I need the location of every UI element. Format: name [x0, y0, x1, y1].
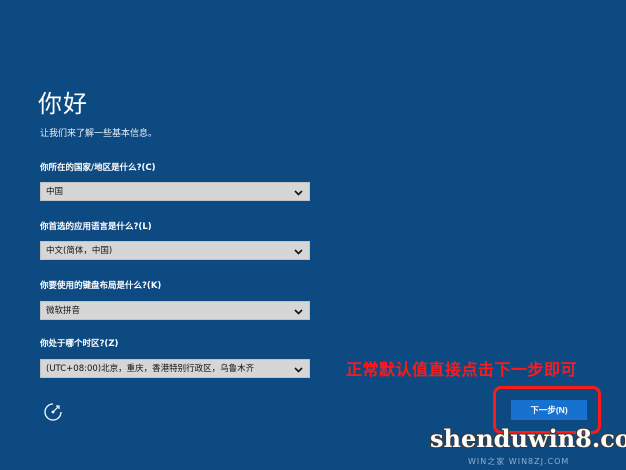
keyboard-select[interactable]: 微软拼音	[40, 301, 310, 320]
chevron-down-icon	[294, 242, 303, 261]
country-select-value: 中国	[46, 187, 64, 197]
annotation-text: 正常默认值直接点击下一步即可	[346, 360, 578, 379]
next-button[interactable]: 下一步(N)	[511, 400, 587, 420]
language-select-value: 中文(简体，中国)	[46, 246, 113, 256]
keyboard-select-value: 微软拼音	[46, 306, 81, 316]
timezone-select[interactable]: (UTC+08:00)北京，重庆，香港特别行政区，乌鲁木齐	[40, 359, 310, 378]
timezone-label: 你处于哪个时区?(Z)	[40, 339, 119, 349]
chevron-down-icon	[294, 360, 303, 379]
watermark-subtext: WIN之家 WIN8ZJ.COM	[468, 457, 570, 466]
language-select[interactable]: 中文(简体，中国)	[40, 241, 310, 260]
page-subtitle: 让我们来了解一些基本信息。	[40, 129, 158, 139]
chevron-down-icon	[294, 302, 303, 321]
chevron-down-icon	[294, 183, 303, 202]
watermark-logo: shenduwin8.com	[430, 424, 626, 453]
country-select[interactable]: 中国	[40, 182, 310, 201]
keyboard-label: 你要使用的键盘布局是什么?(K)	[40, 281, 162, 291]
page-title: 你好	[38, 90, 88, 118]
country-label: 你所在的国家/地区是什么?(C)	[40, 163, 156, 173]
ease-of-access-icon[interactable]	[42, 401, 64, 423]
language-label: 你首选的应用语言是什么?(L)	[40, 222, 152, 232]
timezone-select-value: (UTC+08:00)北京，重庆，香港特别行政区，乌鲁木齐	[46, 364, 255, 374]
